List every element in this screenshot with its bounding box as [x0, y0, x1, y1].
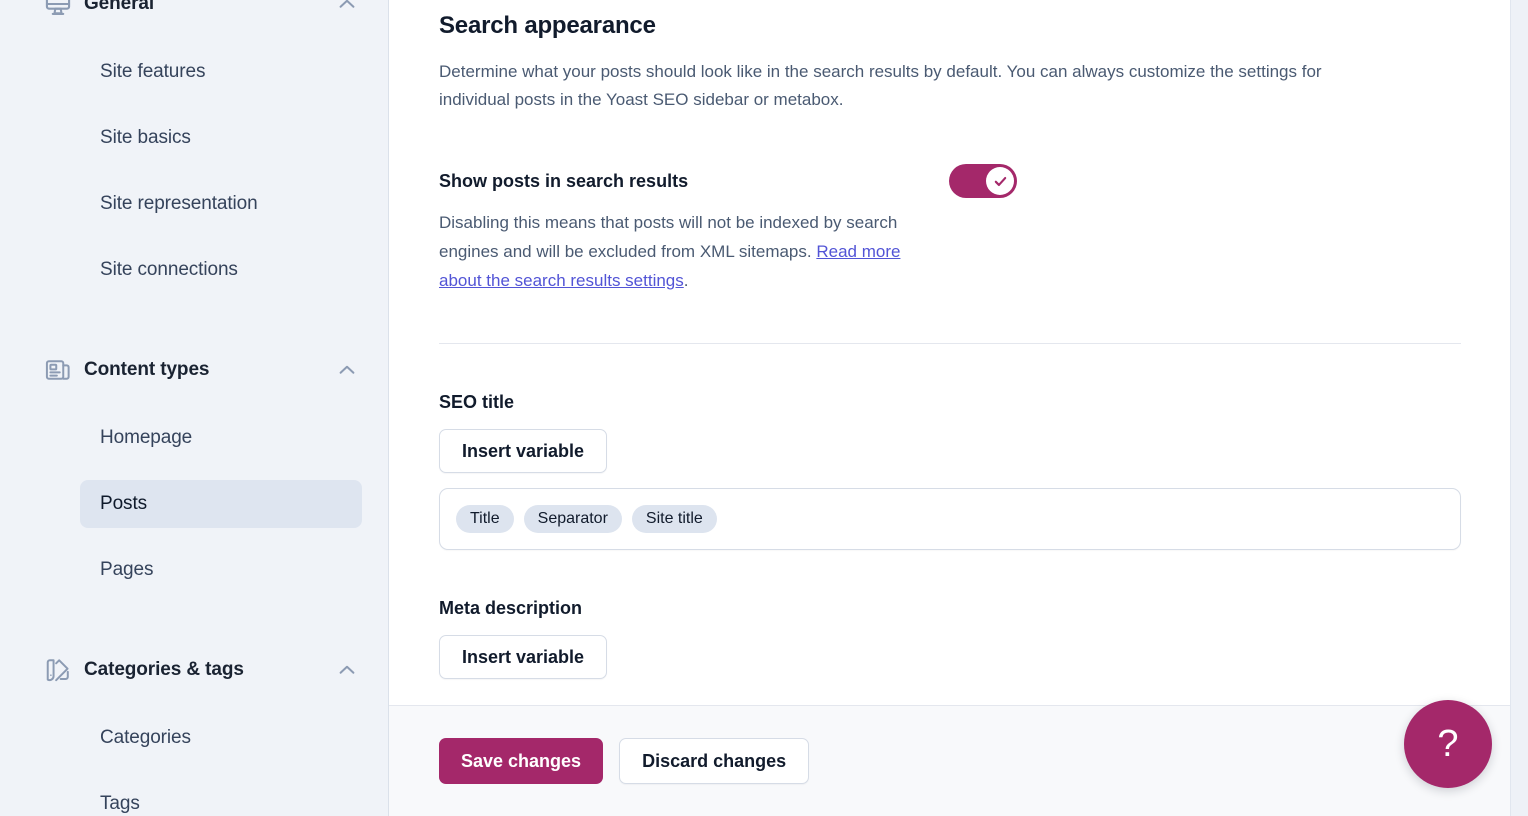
sidebar-item-site-connections[interactable]: Site connections — [80, 246, 362, 294]
toggle-knob — [986, 167, 1014, 195]
sidebar-item-tags[interactable]: Tags — [80, 780, 362, 816]
help-button[interactable]: ? — [1404, 700, 1492, 788]
chevron-up-icon[interactable] — [336, 359, 358, 381]
meta-description-label: Meta description — [439, 598, 583, 618]
monitor-icon — [44, 0, 72, 18]
variable-chip-title[interactable]: Title — [456, 505, 514, 533]
sidebar-item-posts[interactable]: Posts — [80, 480, 362, 528]
newspaper-icon — [44, 356, 72, 384]
sidebar-item-site-features[interactable]: Site features — [80, 48, 362, 96]
show-posts-toggle[interactable] — [949, 164, 1017, 198]
variable-chip-separator[interactable]: Separator — [523, 505, 622, 533]
sidebar-group-label: General — [84, 0, 155, 14]
discard-changes-button[interactable]: Discard changes — [619, 738, 810, 784]
question-mark-icon: ? — [1437, 723, 1459, 765]
swatch-icon — [44, 656, 72, 684]
content-scroll-area[interactable]: Search appearance Determine what your po… — [389, 0, 1528, 705]
right-gutter — [1510, 0, 1528, 816]
page-description: Determine what your posts should look li… — [439, 62, 1322, 109]
seo-title-label: SEO title — [439, 392, 515, 412]
show-posts-in-search-results-field: Show posts in search results Disabling t… — [439, 161, 1460, 295]
settings-page: General Site features Site basics Site r… — [0, 0, 1528, 816]
sidebar-item-categories[interactable]: Categories — [80, 714, 362, 762]
chevron-up-icon[interactable] — [336, 0, 358, 15]
section-divider — [439, 343, 1461, 344]
sidebar-group-label: Content types — [84, 359, 210, 380]
check-icon — [994, 176, 1006, 186]
main-content: Search appearance Determine what your po… — [389, 0, 1528, 816]
sidebar-item-homepage[interactable]: Homepage — [80, 414, 362, 462]
seo-title-input[interactable]: Title Separator Site title — [439, 488, 1461, 550]
sidebar-group-content-types[interactable]: Content types — [0, 344, 388, 396]
sidebar-item-site-basics[interactable]: Site basics — [80, 114, 362, 162]
save-changes-button[interactable]: Save changes — [439, 738, 604, 784]
seo-title-section: SEO title Insert variable Title Separato… — [439, 392, 1461, 550]
settings-sidebar: General Site features Site basics Site r… — [0, 0, 389, 816]
help-text-after: . — [683, 271, 689, 290]
sidebar-group-label: Categories & tags — [84, 659, 244, 680]
sidebar-group-categories-and-tags[interactable]: Categories & tags — [0, 644, 388, 696]
action-bar: Save changes Discard changes — [389, 705, 1528, 816]
meta-description-section: Meta description Insert variable — [439, 598, 1460, 679]
seo-title-insert-variable-button[interactable]: Insert variable — [439, 429, 608, 473]
sidebar-group-general[interactable]: General — [0, 0, 388, 30]
sidebar-item-pages[interactable]: Pages — [80, 546, 362, 594]
meta-description-insert-variable-button[interactable]: Insert variable — [439, 635, 608, 679]
sidebar-item-site-representation[interactable]: Site representation — [80, 180, 362, 228]
chevron-up-icon[interactable] — [336, 659, 358, 681]
variable-chip-site-title[interactable]: Site title — [631, 505, 717, 533]
show-posts-label: Show posts in search results — [439, 171, 689, 191]
page-title: Search appearance — [439, 12, 656, 39]
show-posts-help-text: Disabling this means that posts will not… — [439, 208, 909, 295]
